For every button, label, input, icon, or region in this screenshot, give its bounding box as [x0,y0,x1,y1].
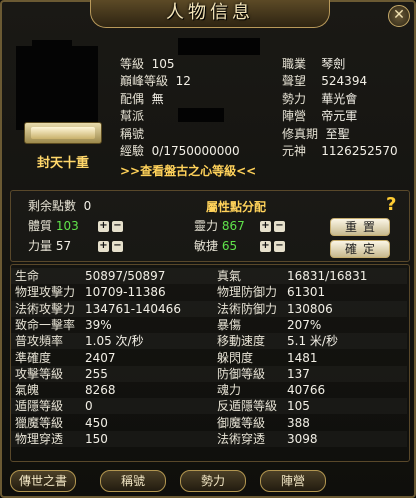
stat-value: 255 [85,367,108,381]
info-faction: 勢力 華光會 [282,92,358,106]
table-row: 生命 50897/50897 真氣 16831/16831 [11,268,407,284]
agility-minus-icon[interactable]: − [274,241,285,252]
stat-value: 137 [287,367,310,381]
info-guild: 幫派 [120,109,145,123]
info-experience: 經驗 0/1750000000 [120,144,240,158]
stat-value: 40766 [287,383,326,397]
stat-label: 躲閃度 [217,351,254,365]
help-icon[interactable]: ? [386,194,396,215]
stat-value: 388 [287,416,310,430]
stat-strength: 力量 57 [28,239,72,253]
stat-agility: 敏捷 65 [194,239,238,253]
stat-constitution: 體質 103 [28,219,79,233]
character-info-window: 人物信息 ✕ 封天十重 等級 105 巔峰等級 12 配偶 無 幫派 稱號 經驗… [0,0,416,498]
window-title: 人物信息 [166,2,254,23]
spirit-minus-icon[interactable]: − [274,221,285,232]
stat-label: 普攻頻率 [15,334,64,348]
stat-label: 暴傷 [217,318,242,332]
tab-camp[interactable]: 陣營 [260,470,326,492]
rank-name: 封天十重 [36,156,89,171]
stat-label: 防御等級 [217,367,266,381]
info-class: 職業 琴劍 [282,57,346,71]
table-row: 獵魔等級 450 御魔等級 388 [11,415,407,431]
info-reputation: 聲望 524394 [282,74,368,88]
agility-plus-icon[interactable]: + [260,241,271,252]
stat-value: 1.05 次/秒 [85,334,144,348]
tab-titles[interactable]: 稱號 [100,470,166,492]
stat-label: 物理攻擊力 [15,285,76,299]
table-row: 致命一擊率 39% 暴傷 207% [11,317,407,333]
info-level: 等級 105 [120,57,175,71]
stat-value: 130806 [287,302,333,316]
info-cultivation-stage: 修真期 至聖 [282,127,350,141]
confirm-button[interactable]: 確定 [330,240,390,258]
stat-label: 攻擊等級 [15,367,64,381]
stat-value: 1481 [287,351,318,365]
stat-label: 反遁隱等級 [217,399,278,413]
stat-value: 134761-140466 [85,302,181,316]
stat-label: 致命一擊率 [15,318,76,332]
strength-minus-icon[interactable]: − [112,241,123,252]
stat-spirit-power: 靈力 867 [194,219,245,233]
stat-label: 真氣 [217,269,242,283]
remaining-points: 剩余點數 0 [28,199,92,213]
stat-label: 生命 [15,269,40,283]
table-row: 準確度 2407 躲閃度 1481 [11,350,407,366]
avatar-redaction [32,40,72,56]
strength-plus-icon[interactable]: + [98,241,109,252]
info-peak-level: 巔峰等級 12 [120,74,191,88]
stat-label: 準確度 [15,351,52,365]
stat-value: 8268 [85,383,116,397]
avatar-redaction [16,46,98,130]
title-banner: 人物信息 [90,0,330,28]
rank-emblem-icon [24,122,102,144]
attribute-assign-title: 屬性點分配 [206,200,267,214]
table-row: 法術攻擊力 134761-140466 法術防御力 130806 [11,301,407,317]
guild-name-redaction [178,108,224,122]
stat-label: 物理防御力 [217,285,278,299]
stat-value: 10709-11386 [85,285,166,299]
stat-label: 氣魄 [15,383,40,397]
stat-label: 移動速度 [217,334,266,348]
stat-value: 5.1 米/秒 [287,334,338,348]
info-camp: 陣營 帝元軍 [282,109,358,123]
stat-value: 39% [85,318,112,332]
table-row: 氣魄 8268 魂力 40766 [11,382,407,398]
stat-value: 3098 [287,432,318,446]
info-title: 稱號 [120,127,145,141]
tab-faction[interactable]: 勢力 [180,470,246,492]
table-row: 物理穿透 150 法術穿透 3098 [11,431,407,447]
stat-value: 16831/16831 [287,269,368,283]
stat-label: 法術穿透 [217,432,266,446]
stat-label: 遁隱等級 [15,399,64,413]
reset-button[interactable]: 重置 [330,218,390,236]
stat-value: 61301 [287,285,326,299]
stat-value: 450 [85,416,108,430]
stat-label: 獵魔等級 [15,416,64,430]
stat-label: 法術防御力 [217,302,278,316]
constitution-minus-icon[interactable]: − [112,221,123,232]
view-pangu-heart-level-link[interactable]: >>查看盤古之心等級<< [120,162,256,179]
constitution-plus-icon[interactable]: + [98,221,109,232]
stat-value: 207% [287,318,322,332]
table-row: 攻擊等級 255 防御等級 137 [11,366,407,382]
stat-value: 0 [85,399,93,413]
stat-value: 150 [85,432,108,446]
tab-legacy-book[interactable]: 傳世之書 [10,470,76,492]
table-row: 物理攻擊力 10709-11386 物理防御力 61301 [11,284,407,300]
stat-value: 50897/50897 [85,269,166,283]
info-spouse: 配偶 無 [120,92,164,106]
table-row: 遁隱等級 0 反遁隱等級 105 [11,398,407,414]
character-name-redaction [178,38,260,55]
stat-label: 法術攻擊力 [15,302,76,316]
close-icon[interactable]: ✕ [388,5,410,27]
stat-value: 105 [287,399,310,413]
spirit-plus-icon[interactable]: + [260,221,271,232]
info-spirit: 元神 1126252570 [282,144,398,158]
stat-label: 物理穿透 [15,432,64,446]
stat-label: 御魔等級 [217,416,266,430]
stat-value: 2407 [85,351,116,365]
table-row: 普攻頻率 1.05 次/秒 移動速度 5.1 米/秒 [11,333,407,349]
stat-label: 魂力 [217,383,242,397]
